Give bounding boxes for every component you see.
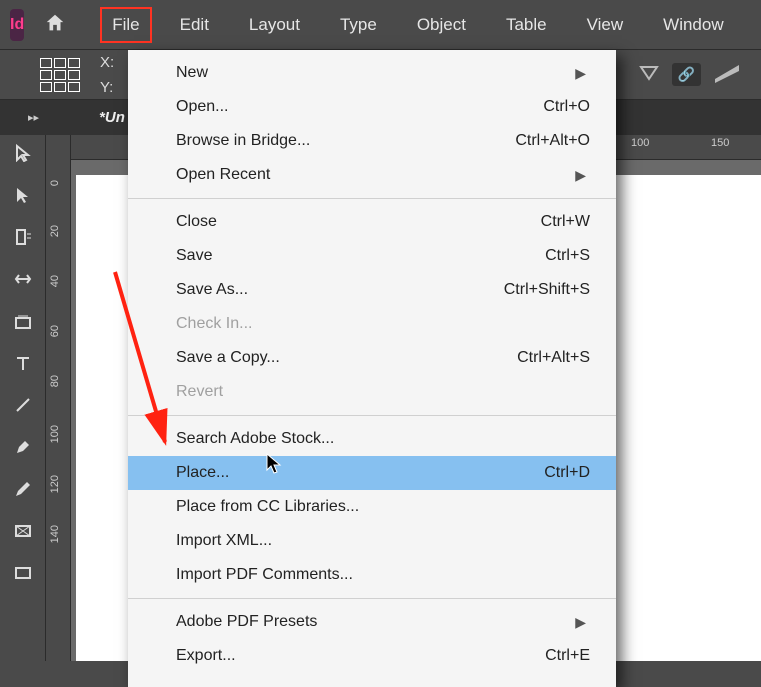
menu-item-label: Close: [176, 213, 541, 231]
menu-item-label: Open...: [176, 98, 543, 116]
menu-edit[interactable]: Edit: [174, 11, 215, 39]
app-logo: Id: [10, 9, 24, 41]
line-tool-icon[interactable]: [11, 393, 35, 417]
menu-item-new[interactable]: New▶: [128, 56, 616, 90]
ruler-origin-icon[interactable]: [46, 135, 71, 160]
tick-label: 120: [49, 475, 61, 493]
gap-tool-icon[interactable]: [11, 267, 35, 291]
menu-separator: [128, 198, 616, 199]
rectangle-frame-tool-icon[interactable]: [11, 519, 35, 543]
flip-v-icon[interactable]: [638, 64, 660, 85]
menu-item-label: Save a Copy...: [176, 349, 517, 367]
menu-item-pdfpresets[interactable]: Adobe PDF Presets▶: [128, 605, 616, 639]
file-menu-dropdown: New▶Open...Ctrl+OBrowse in Bridge...Ctrl…: [128, 50, 616, 687]
x-label: X:: [100, 54, 114, 71]
tick-label: 100: [631, 137, 649, 149]
tick-label: 0: [49, 180, 61, 186]
menu-shortcut: Ctrl+S: [545, 247, 590, 265]
menu-bar: Id File Edit Layout Type Object Table Vi…: [0, 0, 761, 50]
tools-panel: [0, 135, 46, 661]
type-tool-icon[interactable]: [11, 351, 35, 375]
menu-item-label: Import PDF Comments...: [176, 566, 590, 584]
menu-help[interactable]: Help: [758, 11, 761, 39]
pen-tool-icon[interactable]: [11, 435, 35, 459]
menu-item-label: Save: [176, 247, 545, 265]
document-tab[interactable]: *Un: [99, 109, 125, 126]
submenu-arrow-icon: ▶: [575, 167, 590, 184]
menu-item-label: Place...: [176, 464, 544, 482]
menu-type[interactable]: Type: [334, 11, 383, 39]
menu-item-save[interactable]: SaveCtrl+S: [128, 239, 616, 273]
menu-item-saveas[interactable]: Save As...Ctrl+Shift+S: [128, 273, 616, 307]
xy-readout: X: Y:: [100, 54, 114, 96]
menu-shortcut: Ctrl+Shift+S: [504, 281, 590, 299]
menu-item-recent[interactable]: Open Recent▶: [128, 158, 616, 192]
menu-item-place[interactable]: Place...Ctrl+D: [128, 456, 616, 490]
pencil-tool-icon[interactable]: [11, 477, 35, 501]
rectangle-tool-icon[interactable]: [11, 561, 35, 585]
submenu-arrow-icon: ▶: [575, 65, 590, 82]
selection-tool-icon[interactable]: [11, 141, 35, 165]
direct-selection-tool-icon[interactable]: [11, 183, 35, 207]
tick-label: 150: [711, 137, 729, 149]
menu-item-revert: Revert: [128, 375, 616, 409]
menu-shortcut: Ctrl+E: [545, 647, 590, 665]
menu-shortcut: Ctrl+Alt+S: [517, 349, 590, 367]
menu-item-importxml[interactable]: Import XML...: [128, 524, 616, 558]
home-icon[interactable]: [44, 12, 66, 37]
tick-label: 40: [49, 275, 61, 287]
menu-layout[interactable]: Layout: [243, 11, 306, 39]
menu-table[interactable]: Table: [500, 11, 553, 39]
menu-item-close[interactable]: CloseCtrl+W: [128, 205, 616, 239]
submenu-arrow-icon: ▶: [575, 614, 590, 631]
menu-shortcut: Ctrl+O: [543, 98, 590, 116]
menu-item-label: Browse in Bridge...: [176, 132, 515, 150]
menu-item-savecopy[interactable]: Save a Copy...Ctrl+Alt+S: [128, 341, 616, 375]
menu-view[interactable]: View: [581, 11, 630, 39]
link-badge-icon[interactable]: 🔗: [672, 63, 701, 86]
menu-item-checkin: Check In...: [128, 307, 616, 341]
stroke-swatch-icon[interactable]: [713, 63, 741, 86]
tick-label: 100: [49, 425, 61, 443]
menu-item-placecc[interactable]: Place from CC Libraries...: [128, 490, 616, 524]
page-tool-icon[interactable]: [11, 225, 35, 249]
content-collector-tool-icon[interactable]: [11, 309, 35, 333]
menu-item-label: Open Recent: [176, 166, 575, 184]
tick-label: 60: [49, 325, 61, 337]
menu-object[interactable]: Object: [411, 11, 472, 39]
y-label: Y:: [100, 79, 114, 96]
vertical-ruler: 0 20 40 60 80 100 120 140: [46, 160, 71, 661]
menu-shortcut: Ctrl+D: [544, 464, 590, 482]
menu-item-label: Save As...: [176, 281, 504, 299]
control-right-group: 🔗: [604, 63, 761, 86]
menu-item-label: Check In...: [176, 315, 590, 333]
menu-item-export[interactable]: Export...Ctrl+E: [128, 639, 616, 673]
menu-item-label: Revert: [176, 383, 590, 401]
menu-item-label: Search Adobe Stock...: [176, 430, 590, 448]
menu-separator: [128, 415, 616, 416]
menu-item-label: Place from CC Libraries...: [176, 498, 590, 516]
menu-item-stock[interactable]: Search Adobe Stock...: [128, 422, 616, 456]
tick-label: 80: [49, 375, 61, 387]
panel-expand-icon[interactable]: ▸▸: [28, 111, 39, 124]
tick-label: 20: [49, 225, 61, 237]
menu-shortcut: Ctrl+W: [541, 213, 590, 231]
menu-item-label: New: [176, 64, 575, 82]
menu-item-browse[interactable]: Browse in Bridge...Ctrl+Alt+O: [128, 124, 616, 158]
menu-item-label: Adobe PDF Presets: [176, 613, 575, 631]
menu-separator: [128, 598, 616, 599]
menu-item-open[interactable]: Open...Ctrl+O: [128, 90, 616, 124]
menu-file[interactable]: File: [106, 11, 145, 39]
reference-point-grid[interactable]: [40, 58, 80, 92]
menu-item-label: Import XML...: [176, 532, 590, 550]
menu-shortcut: Ctrl+Alt+O: [515, 132, 590, 150]
menu-container: File Edit Layout Type Object Table View …: [106, 11, 761, 39]
tick-label: 140: [49, 525, 61, 543]
menu-window[interactable]: Window: [657, 11, 729, 39]
menu-item-label: Export...: [176, 647, 545, 665]
menu-item-importpdfc[interactable]: Import PDF Comments...: [128, 558, 616, 592]
